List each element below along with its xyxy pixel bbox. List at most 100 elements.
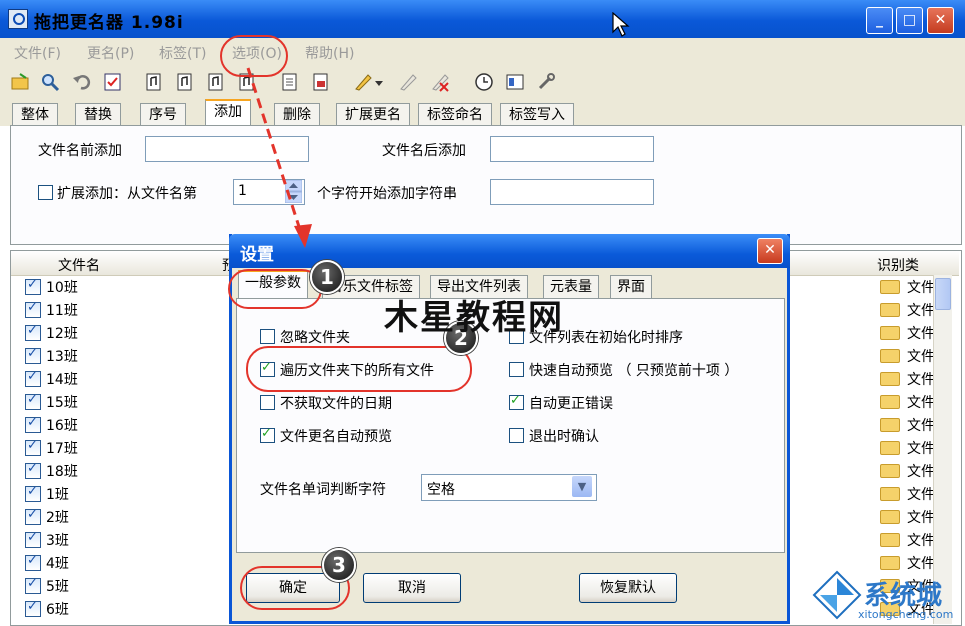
list-item-name[interactable]: 2班 (46, 507, 69, 527)
open-folder-icon[interactable] (10, 72, 30, 92)
mouse-cursor-icon (612, 12, 630, 37)
highlight-ring-general (228, 269, 322, 309)
close-button[interactable]: ✕ (927, 7, 954, 34)
list-item-name[interactable]: 16班 (46, 415, 78, 435)
list-item-type: 文件 (907, 349, 935, 365)
dialog-close-button[interactable]: ✕ (757, 238, 783, 264)
tab-sequence[interactable]: 序号 (140, 103, 186, 126)
search-icon[interactable] (40, 72, 60, 92)
list-item-name[interactable]: 10班 (46, 277, 78, 297)
column-header-filename[interactable]: 文件名 (58, 255, 100, 275)
row-checkbox[interactable] (25, 323, 41, 341)
list-item-name[interactable]: 12班 (46, 323, 78, 343)
list-item-name[interactable]: 15班 (46, 392, 78, 412)
row-checkbox[interactable] (25, 415, 41, 433)
option-checkbox-right-3[interactable] (509, 428, 524, 443)
option-checkbox-left-2[interactable] (260, 395, 275, 410)
list-item-name[interactable]: 18班 (46, 461, 78, 481)
option-checkbox-left-3[interactable] (260, 426, 275, 443)
chevron-down-icon[interactable]: ▼ (572, 476, 592, 497)
list-item-name[interactable]: 13班 (46, 346, 78, 366)
folder-icon (880, 395, 900, 409)
word-separator-label: 文件名单词判断字符 (260, 482, 386, 498)
folder-icon (880, 303, 900, 317)
list-item-name[interactable]: 5班 (46, 576, 69, 596)
tab-interface[interactable]: 界面 (610, 275, 652, 298)
menu-tags[interactable]: 标签(T) (159, 43, 206, 63)
row-checkbox[interactable] (25, 369, 41, 387)
cancel-button[interactable]: 取消 (363, 573, 461, 603)
tag-delete-icon[interactable] (430, 72, 450, 92)
list-item-type: 文件 (907, 280, 935, 296)
option-checkbox-right-1[interactable] (509, 362, 524, 377)
row-checkbox[interactable] (25, 530, 41, 548)
option-label: 快速自动预览 （ 只预览前十项 ） (529, 363, 739, 379)
scrollbar-thumb[interactable] (935, 278, 951, 310)
music-file-icon[interactable] (175, 72, 195, 92)
list-item-name[interactable]: 17班 (46, 438, 78, 458)
list-item-name[interactable]: 3班 (46, 530, 69, 550)
row-checkbox[interactable] (25, 346, 41, 364)
chevron-down-icon[interactable] (374, 80, 384, 88)
folder-icon (880, 487, 900, 501)
menu-file[interactable]: 文件(F) (14, 43, 61, 63)
tag-edit-icon[interactable] (353, 72, 373, 92)
list-item-type: 文件 (907, 487, 935, 503)
clock-icon[interactable] (474, 72, 494, 92)
list-item-name[interactable]: 1班 (46, 484, 69, 504)
menu-bar (0, 38, 965, 66)
option-checkbox-right-2[interactable] (509, 393, 524, 410)
row-checkbox[interactable] (25, 300, 41, 318)
row-checkbox[interactable] (25, 484, 41, 502)
row-checkbox[interactable] (25, 507, 41, 525)
list-item-name[interactable]: 11班 (46, 300, 78, 320)
music-file-icon[interactable] (206, 72, 226, 92)
checklist-icon[interactable] (103, 72, 123, 92)
undo-icon[interactable] (72, 72, 92, 92)
menu-rename[interactable]: 更名(P) (87, 43, 134, 63)
music-file-icon[interactable] (144, 72, 164, 92)
list-item-type: 文件 (907, 372, 935, 388)
scrollbar[interactable] (933, 275, 952, 624)
after-label: 个字符开始添加字符串 (317, 186, 457, 202)
option-label: 文件更名自动预览 (280, 429, 392, 445)
list-item-type: 文件 (907, 303, 935, 319)
tools-icon[interactable] (536, 72, 556, 92)
column-header-type[interactable]: 识别类 (877, 255, 919, 275)
menu-help[interactable]: 帮助(H) (305, 43, 354, 63)
list-item-name[interactable]: 4班 (46, 553, 69, 573)
folder-icon (880, 464, 900, 478)
row-checkbox[interactable] (25, 438, 41, 456)
tab-extension-rename[interactable]: 扩展更名 (336, 103, 410, 126)
minimize-button[interactable]: _ (866, 7, 893, 34)
highlight-ring-traverse (246, 346, 472, 392)
suffix-input[interactable] (490, 136, 654, 162)
prefix-label: 文件名前添加 (38, 143, 122, 159)
row-checkbox[interactable] (25, 599, 41, 617)
extend-add-checkbox[interactable] (38, 185, 53, 200)
tag-clear-icon[interactable] (398, 72, 418, 92)
window-title: 拖把更名器 1.98i (34, 13, 184, 33)
insert-string-input[interactable] (490, 179, 654, 205)
tab-replace[interactable]: 替换 (75, 103, 121, 126)
list-item-type: 文件 (907, 326, 935, 342)
tab-tag-write[interactable]: 标签写入 (500, 103, 574, 126)
option-label: 忽略文件夹 (280, 330, 350, 346)
restore-defaults-button[interactable]: 恢复默认 (579, 573, 677, 603)
row-checkbox[interactable] (25, 553, 41, 571)
row-checkbox[interactable] (25, 277, 41, 295)
option-label: 自动更正错误 (529, 396, 613, 412)
site-logo-text: 系统城 (864, 581, 943, 611)
tab-tag-naming[interactable]: 标签命名 (418, 103, 492, 126)
list-item-name[interactable]: 6班 (46, 599, 69, 619)
row-checkbox[interactable] (25, 461, 41, 479)
row-checkbox[interactable] (25, 392, 41, 410)
tab-overall[interactable]: 整体 (12, 103, 58, 126)
window-view-icon[interactable] (505, 72, 525, 92)
option-checkbox-left-0[interactable] (260, 329, 275, 344)
list-item-type: 文件 (907, 441, 935, 457)
list-item-name[interactable]: 14班 (46, 369, 78, 389)
maximize-button[interactable]: □ (896, 7, 923, 34)
folder-icon (880, 441, 900, 455)
row-checkbox[interactable] (25, 576, 41, 594)
